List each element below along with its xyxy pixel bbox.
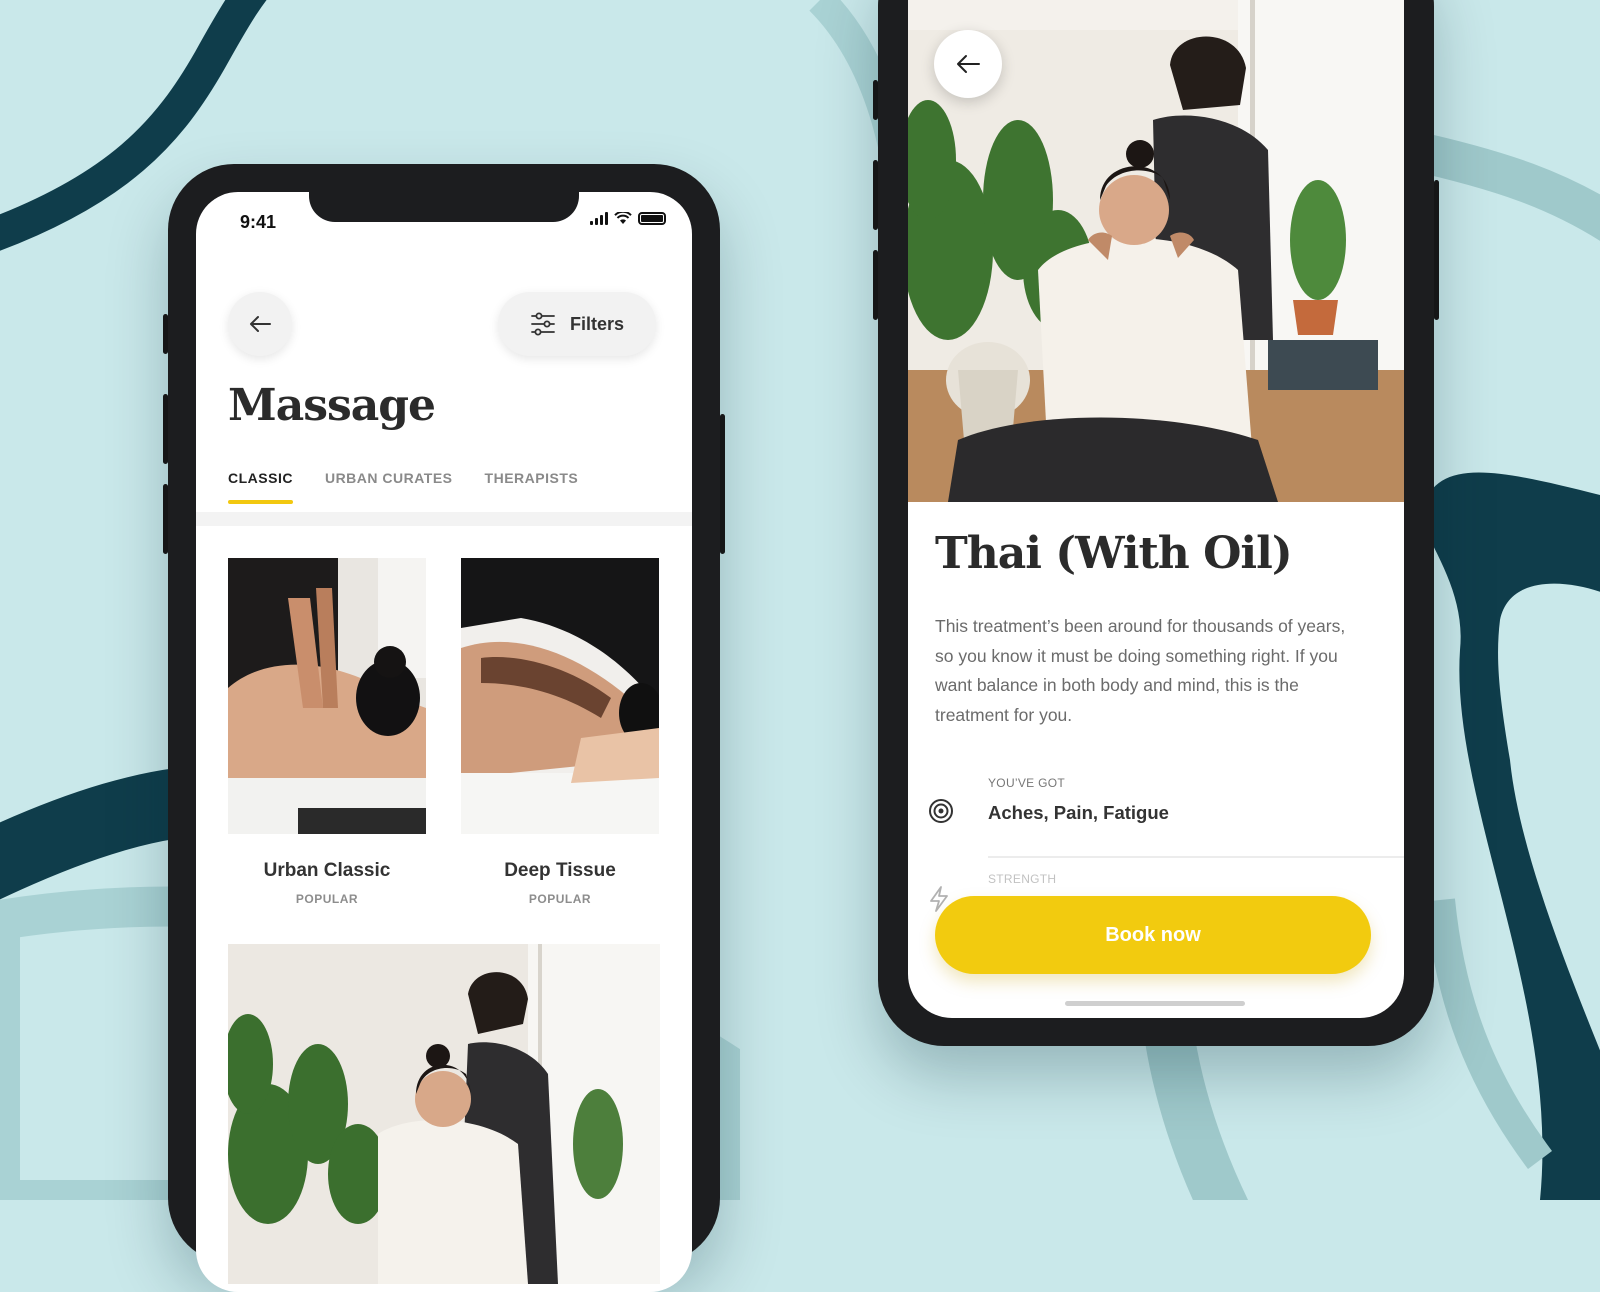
signal-icon <box>590 212 608 225</box>
volume-down-button <box>163 484 168 554</box>
left-phone-frame: 9:41 Filters Massage CLASSIC URBAN CURAT… <box>163 164 725 1292</box>
back-button[interactable] <box>228 292 292 356</box>
tabs-divider <box>196 512 692 526</box>
treatment-detail-screen: Thai (With Oil) This treatment’s been ar… <box>908 0 1404 1018</box>
status-time: 9:41 <box>240 212 277 232</box>
treatment-card-urban-classic[interactable]: Urban Classic POPULAR <box>228 558 426 906</box>
card-badge: POPULAR <box>295 892 359 906</box>
card-badge: POPULAR <box>528 892 592 906</box>
category-tabs: CLASSIC URBAN CURATES THERAPISTS <box>228 470 578 504</box>
filters-sliders-icon <box>531 312 555 336</box>
volume-up-button <box>163 394 168 464</box>
right-phone-frame: Thai (With Oil) This treatment’s been ar… <box>873 0 1439 1046</box>
massage-list-screen: 9:41 Filters Massage CLASSIC URBAN CURAT… <box>196 192 692 1292</box>
youve-got-label: YOU’VE GOT <box>988 776 1066 790</box>
tab-therapists[interactable]: THERAPISTS <box>485 470 579 504</box>
back-arrow-icon <box>957 55 980 73</box>
wifi-icon <box>614 212 632 224</box>
deep-tissue-photo <box>461 558 659 834</box>
back-button[interactable] <box>934 30 1002 98</box>
mute-switch <box>873 80 878 120</box>
power-button <box>1434 180 1439 320</box>
volume-up-button <box>873 160 878 230</box>
mute-switch <box>163 314 168 354</box>
home-indicator <box>1065 1001 1245 1006</box>
treatment-title: Thai (With Oil) <box>935 528 1293 579</box>
battery-icon <box>638 212 666 225</box>
status-icons <box>590 212 666 225</box>
youve-got-value: Aches, Pain, Fatigue <box>988 802 1169 823</box>
urban-classic-photo <box>228 558 426 834</box>
treatment-description: This treatment’s been around for thousan… <box>935 616 1346 725</box>
treatment-card-deep-tissue[interactable]: Deep Tissue POPULAR <box>461 558 659 906</box>
back-arrow-icon <box>250 316 271 332</box>
target-icon <box>929 799 953 823</box>
volume-down-button <box>873 250 878 320</box>
thai-massage-card-photo[interactable] <box>228 944 660 1284</box>
tab-classic[interactable]: CLASSIC <box>228 470 293 504</box>
strength-label: STRENGTH <box>988 872 1057 886</box>
book-now-button[interactable]: Book now <box>935 896 1371 974</box>
page-title: Massage <box>228 380 436 431</box>
card-title: Deep Tissue <box>504 860 616 881</box>
youve-got-row: YOU’VE GOT Aches, Pain, Fatigue <box>908 776 1404 866</box>
notch <box>309 192 579 222</box>
row-divider <box>988 856 1404 858</box>
filters-button[interactable]: Filters <box>498 292 656 356</box>
filters-label: Filters <box>569 313 625 334</box>
tab-urban-curates[interactable]: URBAN CURATES <box>325 470 453 504</box>
power-button <box>720 414 725 554</box>
card-title: Urban Classic <box>263 860 391 881</box>
